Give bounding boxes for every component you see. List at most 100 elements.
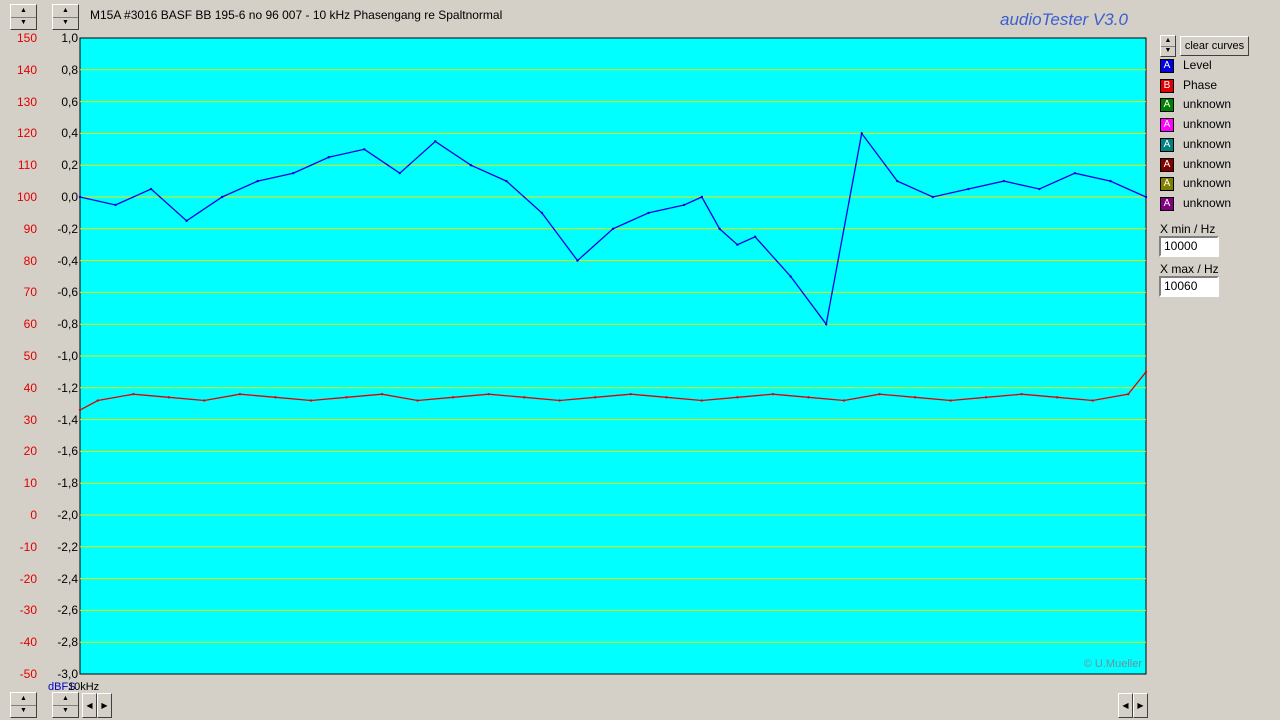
data-point-phase [416,399,419,402]
data-point-level [398,171,401,175]
data-point-phase [96,399,99,402]
data-point-phase [203,399,206,402]
clear-curves-button[interactable]: clear curves [1180,36,1249,56]
data-point-level [185,219,188,223]
y-tick-label-left: 120 [16,126,37,141]
y-tick-label-left: 130 [16,94,37,109]
data-point-phase [451,396,455,399]
xmax-label: X max / Hz [1160,262,1219,276]
data-point-phase [487,392,490,396]
y-tick-label-right: 0,4 [61,126,78,141]
scroll-left-button[interactable]: ◀ [82,693,97,718]
y-tick-label-left: 100 [16,190,37,204]
data-point-phase [665,396,668,399]
y-tick-label-left: -50 [19,667,37,681]
spin-down-icon[interactable]: ▼ [1161,46,1175,56]
legend-swatch[interactable]: B [1160,78,1174,93]
y-tick-label-right: -2,2 [57,539,78,554]
data-point-level [505,179,508,183]
data-point-level [540,211,544,215]
y-tick-label-right: -1,8 [57,476,78,491]
scroll-right-button[interactable]: ▶ [97,693,112,718]
data-point-level [576,259,579,262]
xmin-input[interactable]: 10000 [1159,236,1219,257]
data-point-level [78,195,82,199]
data-point-phase [878,392,881,396]
data-point-level [1144,195,1148,199]
legend-swatch[interactable]: A [1160,196,1174,211]
data-point-phase [700,399,704,402]
scroll-right-end-button[interactable]: ▶ [1133,693,1148,718]
data-point-level [931,195,934,199]
data-point-level [114,203,117,207]
data-point-level [718,227,721,230]
scroll-left-end-button[interactable]: ◀ [1118,693,1133,718]
y-tick-label-right: -1,2 [57,380,78,395]
y-tick-label-left: 0 [30,508,37,522]
y-tick-label-left: 20 [23,444,37,459]
data-point-level [896,179,899,183]
data-point-phase [522,396,526,399]
copyright-text: © U.Mueller [1083,658,1142,670]
data-point-phase [558,399,561,402]
y-tick-label-left: 70 [23,285,37,300]
data-point-level [256,179,259,183]
data-point-level [1073,171,1077,175]
y-tick-label-right: -0,2 [57,221,78,236]
data-point-phase [309,399,313,402]
x-zoom-spinner-right[interactable]: ▲ ▼ [52,692,79,718]
data-point-phase [1055,396,1059,399]
y-tick-label-left: 140 [16,62,37,77]
y-tick-label-right: -0,8 [57,317,78,332]
y-tick-label-left: 150 [16,31,37,45]
y-tick-label-right: -2,8 [57,635,78,650]
data-point-phase [736,396,739,399]
data-point-phase [1020,392,1023,396]
data-point-phase [1144,370,1148,374]
data-point-phase [238,392,242,396]
data-point-phase [380,392,384,396]
legend-swatch[interactable]: A [1160,177,1174,192]
spin-down-icon[interactable]: ▼ [53,705,78,717]
data-point-level [682,203,686,207]
data-point-phase [984,396,988,399]
y-tick-label-right: 0,2 [61,158,78,173]
legend-label: unknown [1183,176,1232,191]
legend-spinner[interactable]: ▲ ▼ [1160,35,1176,57]
data-point-phase [913,396,917,399]
legend-swatch[interactable]: A [1160,118,1174,133]
xmax-input[interactable]: 10060 [1159,276,1219,297]
y-tick-label-right: 1,0 [61,31,78,45]
legend-swatch[interactable]: A [1160,157,1174,172]
data-point-level [860,132,863,135]
y-tick-label-left: -20 [19,571,37,586]
data-point-level [967,187,970,191]
legend-swatch[interactable]: A [1160,59,1174,73]
data-point-phase [1091,399,1094,402]
data-point-phase [1127,392,1130,396]
x-zoom-spinner-left[interactable]: ▲ ▼ [10,692,37,718]
data-point-level [825,323,828,326]
y-tick-label-right: -0,4 [57,253,78,268]
xmin-label: X min / Hz [1160,222,1216,236]
y-tick-label-right: 0,0 [61,190,78,204]
legend-label: Level [1183,58,1212,72]
data-point-phase [629,392,632,396]
legend-swatch[interactable]: A [1160,98,1174,113]
y-tick-label-right: -0,6 [57,285,78,300]
data-point-phase [78,408,82,412]
data-point-level [1002,179,1006,183]
legend-label: unknown [1183,195,1232,210]
y-tick-label-right: -1,6 [57,444,78,459]
data-point-level [220,195,224,199]
data-point-level [1038,187,1041,191]
legend-swatch[interactable]: A [1160,137,1174,152]
y-tick-label-left: 10 [23,476,37,491]
legend-label: Phase [1183,77,1218,92]
data-point-phase [807,396,810,399]
chart-plot [78,37,1148,675]
data-point-level [789,275,792,278]
data-point-level [469,164,473,167]
spin-down-icon[interactable]: ▼ [11,705,36,717]
data-point-phase [274,396,277,399]
